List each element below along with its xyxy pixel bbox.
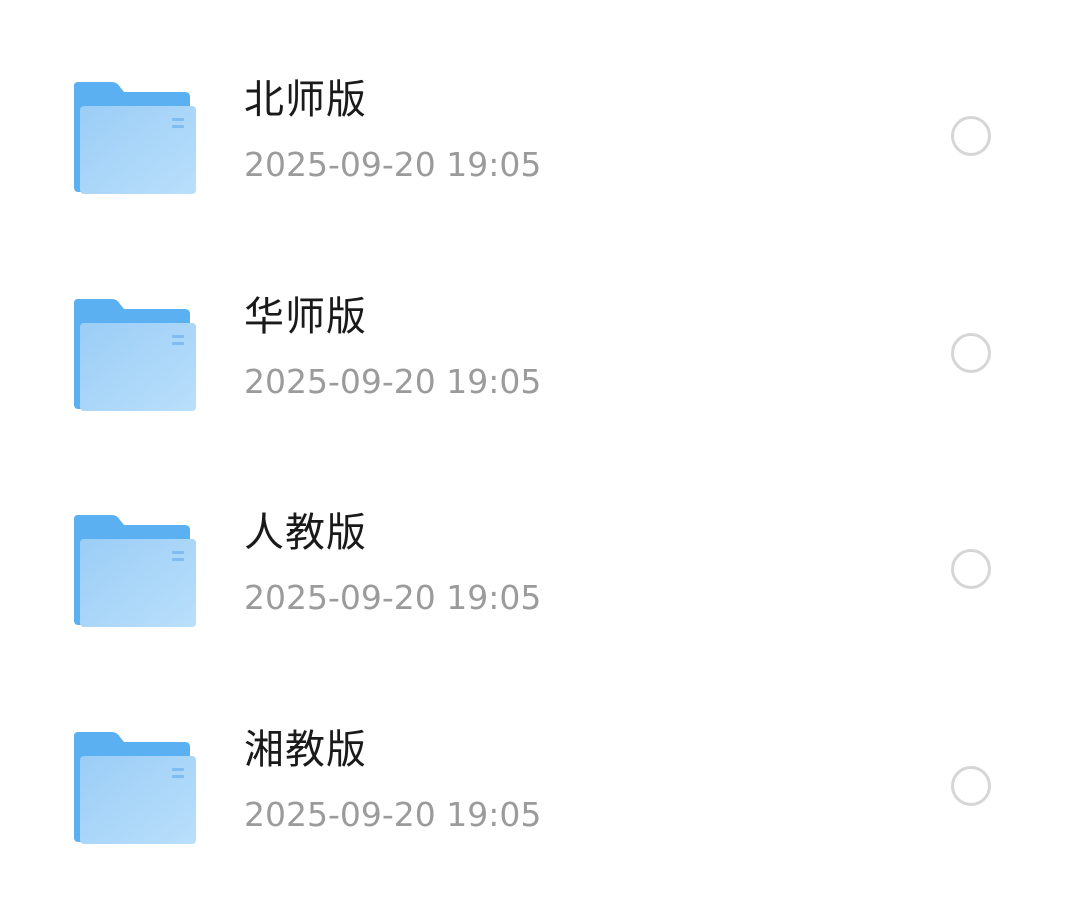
folder-name: 华师版 <box>244 294 367 340</box>
folder-date: 2025-09-20 19:05 <box>244 578 542 617</box>
select-radio-icon[interactable] <box>951 116 991 156</box>
folder-icon <box>72 730 198 846</box>
folder-row[interactable]: 湘教版 2025-09-20 19:05 <box>0 650 1080 866</box>
folder-name: 北师版 <box>244 77 367 123</box>
folder-icon <box>72 513 198 629</box>
folder-date: 2025-09-20 19:05 <box>244 145 542 184</box>
folder-date: 2025-09-20 19:05 <box>244 795 542 834</box>
select-radio-icon[interactable] <box>951 766 991 806</box>
select-radio-icon[interactable] <box>951 549 991 589</box>
folder-icon <box>72 80 198 196</box>
folder-row[interactable]: 华师版 2025-09-20 19:05 <box>0 217 1080 433</box>
folder-name: 湘教版 <box>244 727 367 773</box>
folder-date: 2025-09-20 19:05 <box>244 362 542 401</box>
select-radio-icon[interactable] <box>951 333 991 373</box>
folder-list: 北师版 2025-09-20 19:05 华师版 2025-09-20 19:0… <box>0 0 1080 923</box>
folder-row[interactable]: 人教版 2025-09-20 19:05 <box>0 433 1080 649</box>
folder-name: 人教版 <box>244 510 367 556</box>
folder-row[interactable]: 北师版 2025-09-20 19:05 <box>0 0 1080 216</box>
folder-icon <box>72 297 198 413</box>
